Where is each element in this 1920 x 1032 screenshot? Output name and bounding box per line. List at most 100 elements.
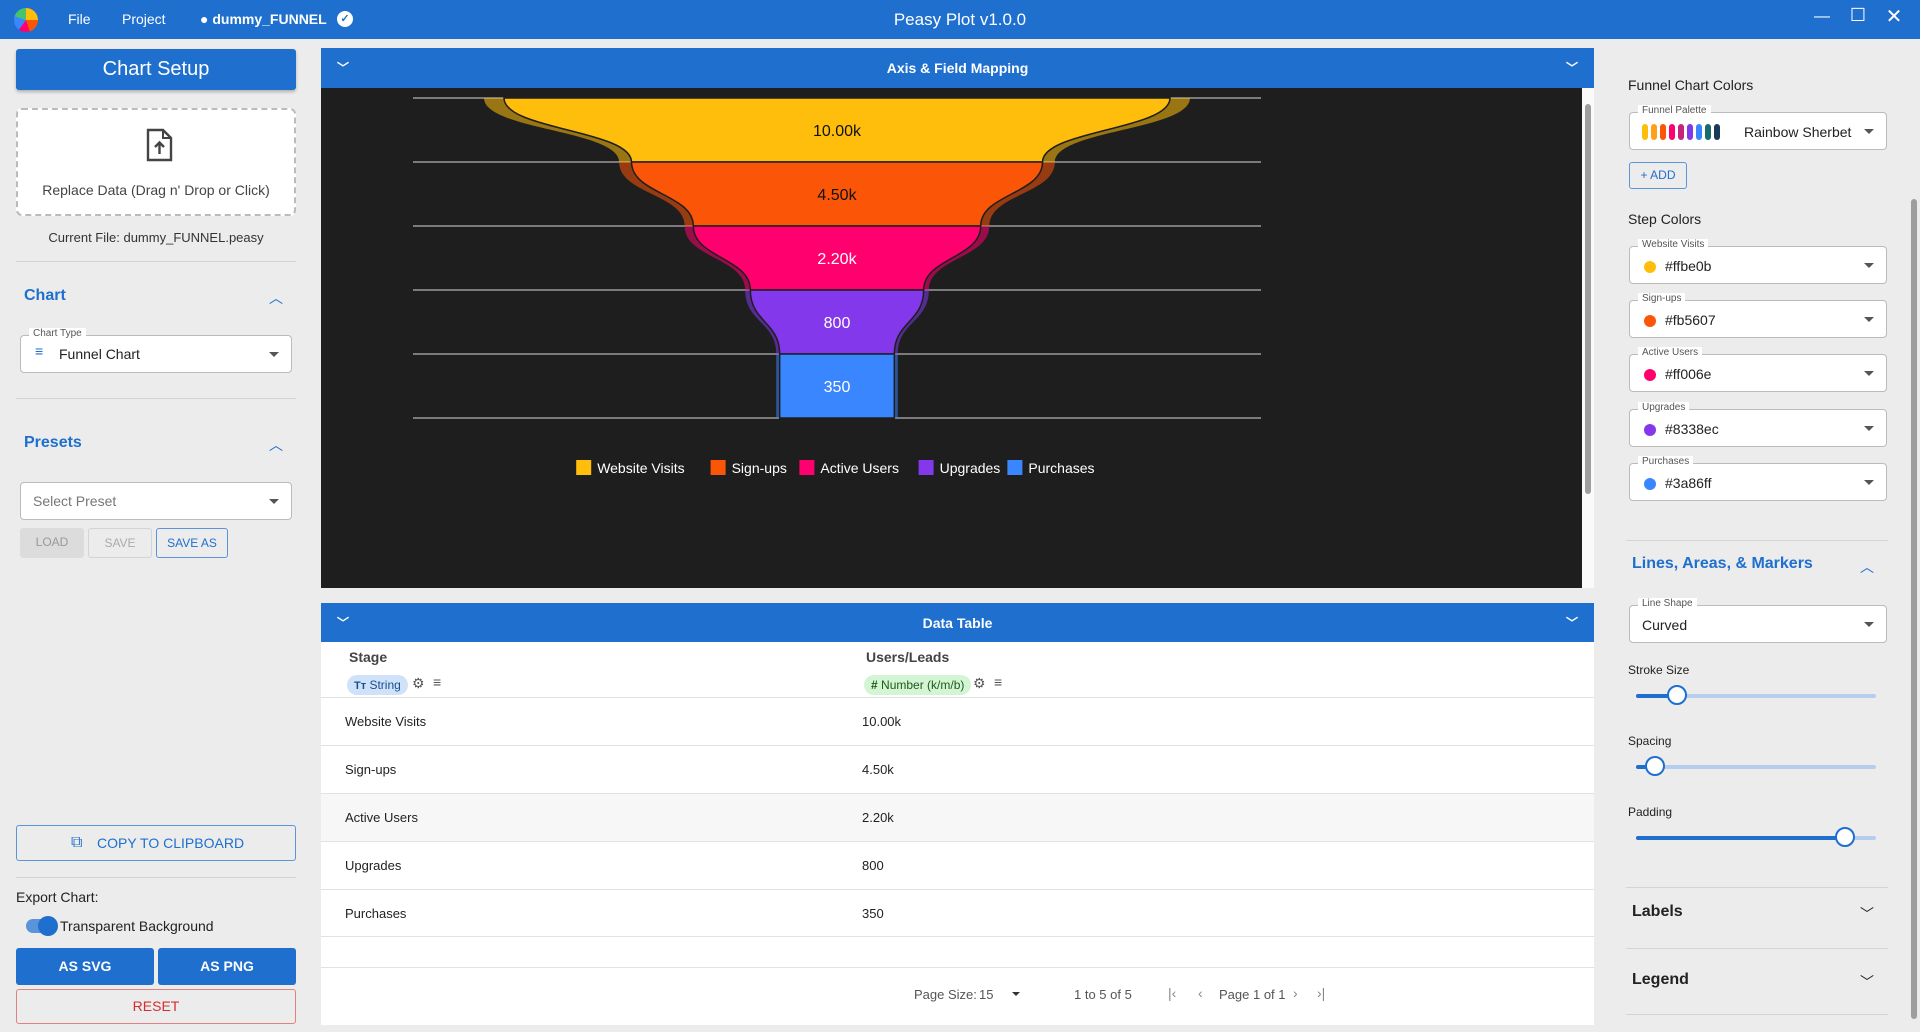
column-type-label: Number (k/m/b) [881, 678, 965, 692]
gear-icon[interactable]: ⚙ [973, 675, 986, 692]
divider [1626, 1014, 1888, 1015]
color-dot [1644, 369, 1656, 381]
axis-field-mapping-title: Axis & Field Mapping [886, 60, 1029, 76]
reset-button[interactable]: RESET [16, 989, 296, 1024]
copy-to-clipboard-button[interactable]: ⧉ COPY TO CLIPBOARD [16, 825, 296, 861]
chart-scrollbar[interactable] [1582, 88, 1594, 588]
table-cell[interactable]: 350 [862, 906, 884, 921]
load-button[interactable]: LOAD [20, 528, 84, 558]
table-cell[interactable]: 2.20k [862, 810, 894, 825]
table-row[interactable]: Purchases 350 [321, 889, 1594, 937]
save-as-button[interactable]: SAVE AS [156, 528, 228, 558]
lines-areas-markers-title[interactable]: Lines, Areas, & Markers [1632, 555, 1813, 573]
chevron-down-icon[interactable]: ﹀ [1562, 48, 1582, 89]
dropdown-caret-icon [1864, 371, 1874, 376]
filter-icon[interactable]: ≡ [433, 674, 441, 690]
chart-canvas: 10.00k 4.50k 2.20k 800 350 Website Visits Sign… [321, 88, 1594, 588]
table-cell[interactable]: Purchases [345, 906, 406, 921]
step-color-label: Active Users [1638, 347, 1703, 358]
step-color-select[interactable]: Purchases #3a86ff [1629, 456, 1887, 501]
transparent-background-label: Transparent Background [60, 918, 214, 934]
funnel-palette-select[interactable]: Funnel Palette Rainbow Sherbet [1629, 105, 1887, 150]
divider [1626, 948, 1888, 949]
axis-field-mapping-bar[interactable]: ﹀ Axis & Field Mapping ﹀ [321, 48, 1594, 89]
swatch [1678, 124, 1684, 140]
presets-section-title[interactable]: Presets [24, 434, 82, 452]
chart-setup-button[interactable]: Chart Setup [16, 49, 296, 90]
export-png-button[interactable]: AS PNG [158, 948, 296, 985]
column-header-stage[interactable]: Stage [349, 649, 387, 665]
export-chart-label: Export Chart: [16, 889, 99, 905]
dropzone-text: Replace Data (Drag n' Drop or Click) [42, 182, 270, 198]
legend-swatch [1007, 460, 1023, 475]
dropdown-caret-icon[interactable] [1012, 992, 1020, 996]
table-cell[interactable]: 10.00k [862, 714, 901, 729]
legend-swatch [799, 460, 815, 475]
table-cell[interactable]: Active Users [345, 810, 418, 825]
last-page-icon[interactable]: ›| [1317, 985, 1325, 1001]
column-type-chip[interactable]: # Number (k/m/b) [864, 675, 972, 695]
chevron-down-icon[interactable]: ﹀ [1562, 603, 1582, 644]
export-svg-button[interactable]: AS SVG [16, 948, 154, 985]
preset-select[interactable]: Select Preset [20, 482, 292, 520]
color-dot [1644, 261, 1656, 273]
chart-type-value: Funnel Chart [59, 346, 140, 362]
first-page-icon[interactable]: |‹ [1168, 985, 1176, 1001]
page-size-select[interactable]: 15 [979, 987, 993, 1002]
step-color-select[interactable]: Active Users #ff006e [1629, 347, 1887, 392]
step-color-select[interactable]: Website Visits #ffbe0b [1629, 239, 1887, 284]
chevron-down-icon[interactable]: ﹀ [333, 603, 353, 644]
replace-data-dropzone[interactable]: Replace Data (Drag n' Drop or Click) [16, 108, 296, 216]
panel-scrollbar[interactable] [1908, 39, 1920, 1032]
main-area: ﹀ Axis & Field Mapping ﹀ 10.00k 4.50k 2.20… [313, 39, 1608, 1032]
table-row[interactable]: Sign-ups 4.50k [321, 745, 1594, 793]
chevron-down-icon[interactable]: ﹀ [1860, 972, 1874, 992]
table-cell[interactable]: 800 [862, 858, 884, 873]
filter-icon[interactable]: ≡ [994, 674, 1002, 690]
swatch [1696, 124, 1702, 140]
stroke-size-label: Stroke Size [1628, 663, 1690, 677]
data-table-bar[interactable]: ﹀ Data Table ﹀ [321, 603, 1594, 644]
slider-knob[interactable] [1666, 685, 1687, 705]
add-color-button[interactable]: + ADD [1629, 162, 1687, 189]
stroke-size-slider[interactable] [1636, 685, 1876, 705]
table-row[interactable]: Website Visits 10.00k [321, 697, 1594, 745]
table-cell[interactable]: 4.50k [862, 762, 894, 777]
scrollbar-thumb[interactable] [1585, 104, 1591, 494]
line-shape-select[interactable]: Line Shape Curved [1629, 598, 1887, 643]
spacing-slider[interactable] [1636, 756, 1876, 776]
column-type-chip[interactable]: Tт String [347, 675, 408, 695]
chevron-up-icon[interactable]: ︿ [266, 288, 286, 308]
gear-icon[interactable]: ⚙ [412, 675, 425, 692]
table-cell[interactable]: Website Visits [345, 714, 426, 729]
close-icon[interactable]: ✕ [1882, 4, 1906, 29]
slider-knob[interactable] [1645, 756, 1666, 776]
save-button[interactable]: SAVE [88, 528, 152, 558]
line-shape-value: Curved [1642, 617, 1688, 633]
table-cell[interactable]: Sign-ups [345, 762, 396, 777]
maximize-icon[interactable]: ☐ [1846, 5, 1870, 26]
table-cell[interactable]: Upgrades [345, 858, 401, 873]
labels-section-title[interactable]: Labels [1632, 903, 1683, 921]
chevron-up-icon[interactable]: ︿ [266, 435, 286, 455]
table-row[interactable]: Active Users 2.20k [321, 793, 1594, 841]
prev-page-icon[interactable]: ‹ [1198, 985, 1203, 1001]
step-color-select[interactable]: Upgrades #8338ec [1629, 402, 1887, 447]
column-header-users[interactable]: Users/Leads [866, 649, 949, 665]
chevron-down-icon[interactable]: ﹀ [333, 48, 353, 89]
legend-section-title[interactable]: Legend [1632, 971, 1689, 989]
chart-type-select[interactable]: Chart Type ≡ Funnel Chart [20, 328, 292, 373]
chart-section-title[interactable]: Chart [24, 287, 66, 305]
chevron-up-icon[interactable]: ︿ [1860, 557, 1874, 577]
padding-slider[interactable] [1636, 827, 1876, 847]
scrollbar-thumb[interactable] [1911, 199, 1917, 1019]
minimize-icon[interactable]: — [1810, 8, 1834, 26]
slider-knob[interactable] [1834, 827, 1855, 847]
step-color-label: Upgrades [1638, 402, 1690, 413]
funnel-colors-title: Funnel Chart Colors [1628, 77, 1754, 93]
table-row[interactable]: Upgrades 800 [321, 841, 1594, 889]
next-page-icon[interactable]: › [1293, 985, 1298, 1001]
step-color-select[interactable]: Sign-ups #fb5607 [1629, 293, 1887, 338]
chevron-down-icon[interactable]: ﹀ [1860, 904, 1874, 924]
transparent-background-toggle[interactable] [26, 916, 58, 936]
